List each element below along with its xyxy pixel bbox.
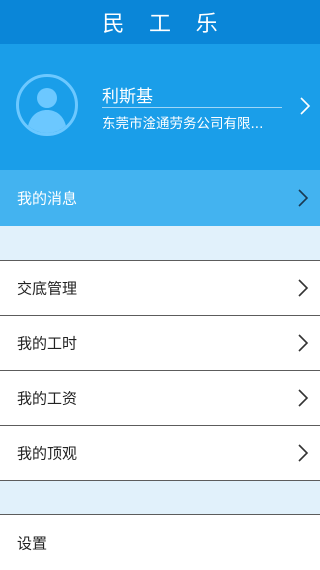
app-title-bar: 民 工 乐 [0, 0, 320, 44]
app-title: 民 工 乐 [102, 12, 227, 37]
profile-card[interactable]: 利斯基 东莞市淦通劳务公司有限... [0, 44, 320, 170]
company-name: 东莞市淦通劳务公司有限... [102, 116, 264, 132]
menu-item-wages[interactable]: 我的工资 [0, 370, 320, 425]
menu-item-work-hours[interactable]: 我的工时 [0, 315, 320, 370]
menu-item-my-top-view[interactable]: 我的顶观 [0, 425, 320, 481]
user-name: 利斯基 [102, 87, 153, 107]
menu-item-messages[interactable]: 我的消息 [0, 170, 320, 226]
chevron-right-icon [297, 444, 309, 462]
chevron-right-icon [297, 279, 309, 297]
section-spacer [0, 481, 320, 514]
profile-divider [102, 107, 282, 108]
menu-item-label: 交底管理 [17, 279, 78, 298]
menu-item-briefing-management[interactable]: 交底管理 [0, 260, 320, 315]
menu-item-label: 我的消息 [17, 189, 78, 208]
menu-item-label: 我的工时 [17, 334, 78, 353]
section-spacer [0, 226, 320, 260]
menu-item-label: 我的顶观 [17, 444, 78, 463]
menu-item-label: 设置 [17, 534, 48, 552]
chevron-right-icon [297, 189, 309, 207]
avatar-icon [16, 74, 78, 136]
chevron-right-icon [299, 97, 311, 115]
chevron-right-icon [297, 334, 309, 352]
chevron-right-icon [297, 389, 309, 407]
menu-item-label: 我的工资 [17, 389, 78, 408]
menu-item-settings[interactable]: 设置 [0, 514, 320, 570]
